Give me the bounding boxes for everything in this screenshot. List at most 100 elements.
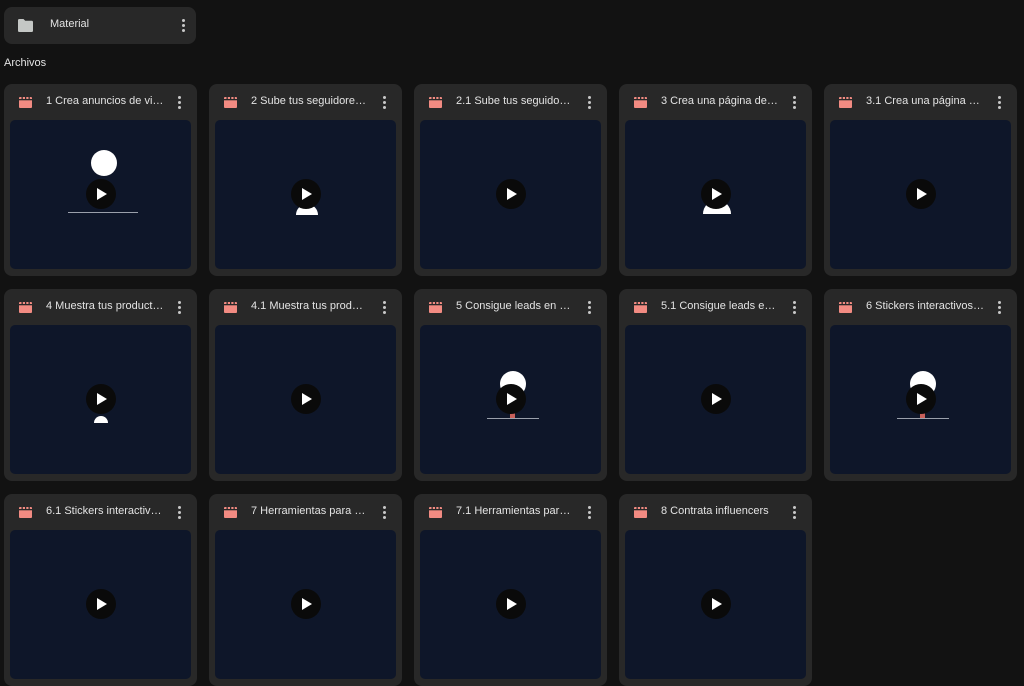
more-options-icon[interactable] — [171, 94, 187, 110]
play-icon — [917, 393, 927, 405]
play-button[interactable] — [496, 384, 526, 414]
video-thumbnail[interactable] — [215, 530, 396, 679]
video-file-icon — [634, 507, 647, 518]
video-file-icon — [839, 302, 852, 313]
video-thumbnail[interactable] — [420, 120, 601, 269]
video-file-icon — [634, 97, 647, 108]
file-card[interactable]: 2 Sube tus seguidores en Instagram — [209, 84, 402, 276]
video-thumbnail[interactable] — [10, 325, 191, 474]
file-card[interactable]: 2.1 Sube tus seguidores en Instagram — [414, 84, 607, 276]
play-button[interactable] — [906, 384, 936, 414]
file-title: 3 Crea una página de Facebook — [661, 95, 779, 107]
file-card[interactable]: 6.1 Stickers interactivos en historias — [4, 494, 197, 686]
video-file-icon — [634, 302, 647, 313]
play-button[interactable] — [291, 179, 321, 209]
more-options-icon[interactable] — [581, 94, 597, 110]
more-options-icon[interactable] — [786, 504, 802, 520]
file-card[interactable]: 3 Crea una página de Facebook — [619, 84, 812, 276]
video-file-icon — [429, 507, 442, 518]
file-card[interactable]: 7 Herramientas para crear contenido — [209, 494, 402, 686]
file-card[interactable]: 8 Contrata influencers — [619, 494, 812, 686]
more-options-icon[interactable] — [171, 504, 187, 520]
play-icon — [97, 393, 107, 405]
play-button[interactable] — [291, 589, 321, 619]
play-button[interactable] — [291, 384, 321, 414]
file-title: 6 Stickers interactivos en historias — [866, 300, 984, 312]
more-options-icon[interactable] — [581, 299, 597, 315]
file-title: 3.1 Crea una página de Facebook — [866, 95, 984, 107]
video-file-icon — [19, 507, 32, 518]
play-icon — [507, 598, 517, 610]
more-options-icon[interactable] — [991, 94, 1007, 110]
play-icon — [507, 393, 517, 405]
video-file-icon — [19, 97, 32, 108]
more-options-icon[interactable] — [376, 299, 392, 315]
file-card[interactable]: 3.1 Crea una página de Facebook — [824, 84, 1017, 276]
folder-icon — [18, 19, 33, 32]
video-thumbnail[interactable] — [215, 325, 396, 474]
play-icon — [302, 393, 312, 405]
play-button[interactable] — [701, 384, 731, 414]
file-card[interactable]: 5.1 Consigue leads en segundos — [619, 289, 812, 481]
video-thumbnail[interactable] — [625, 120, 806, 269]
play-icon — [302, 188, 312, 200]
folder-name: Material — [50, 18, 90, 30]
video-file-icon — [224, 302, 237, 313]
play-button[interactable] — [86, 384, 116, 414]
more-options-icon[interactable] — [581, 504, 597, 520]
file-card[interactable]: 5 Consigue leads en segundos — [414, 289, 607, 481]
video-thumbnail[interactable] — [420, 530, 601, 679]
video-thumbnail[interactable] — [10, 120, 191, 269]
video-thumbnail[interactable] — [215, 120, 396, 269]
play-icon — [712, 598, 722, 610]
play-icon — [97, 598, 107, 610]
thumbnail-graphic — [897, 418, 949, 419]
video-file-icon — [224, 507, 237, 518]
more-options-icon[interactable] — [376, 94, 392, 110]
file-title: 5.1 Consigue leads en segundos — [661, 300, 779, 312]
thumbnail-graphic — [94, 416, 108, 423]
section-title: Archivos — [4, 57, 47, 69]
file-title: 2 Sube tus seguidores en Instagram — [251, 95, 369, 107]
more-options-icon[interactable] — [376, 504, 392, 520]
more-options-icon[interactable] — [786, 299, 802, 315]
file-card[interactable]: 1 Crea anuncios de video para Instagram — [4, 84, 197, 276]
play-button[interactable] — [701, 589, 731, 619]
video-thumbnail[interactable] — [830, 325, 1011, 474]
video-thumbnail[interactable] — [830, 120, 1011, 269]
video-file-icon — [429, 302, 442, 313]
file-title: 4.1 Muestra tus productos en Instagram — [251, 300, 369, 312]
play-icon — [97, 188, 107, 200]
video-thumbnail[interactable] — [625, 530, 806, 679]
play-button[interactable] — [86, 179, 116, 209]
file-card[interactable]: 4.1 Muestra tus productos en Instagram — [209, 289, 402, 481]
play-button[interactable] — [906, 179, 936, 209]
play-button[interactable] — [496, 589, 526, 619]
play-button[interactable] — [701, 179, 731, 209]
file-title: 2.1 Sube tus seguidores en Instagram — [456, 95, 574, 107]
play-icon — [302, 598, 312, 610]
more-options-icon[interactable] — [991, 299, 1007, 315]
play-icon — [917, 188, 927, 200]
file-card[interactable]: 7.1 Herramientas para crear contenido — [414, 494, 607, 686]
more-options-icon[interactable] — [786, 94, 802, 110]
video-thumbnail[interactable] — [10, 530, 191, 679]
more-options-icon[interactable] — [171, 299, 187, 315]
play-icon — [507, 188, 517, 200]
file-title: 8 Contrata influencers — [661, 505, 769, 517]
folder-material[interactable]: Material — [4, 7, 196, 44]
video-thumbnail[interactable] — [625, 325, 806, 474]
more-options-icon[interactable] — [175, 17, 191, 33]
play-button[interactable] — [86, 589, 116, 619]
play-button[interactable] — [496, 179, 526, 209]
file-title: 6.1 Stickers interactivos en historias — [46, 505, 164, 517]
file-card[interactable]: 6 Stickers interactivos en historias — [824, 289, 1017, 481]
video-thumbnail[interactable] — [420, 325, 601, 474]
file-card[interactable]: 4 Muestra tus productos en Instagram — [4, 289, 197, 481]
thumbnail-graphic — [487, 418, 539, 419]
file-title: 1 Crea anuncios de video para Instagram — [46, 95, 164, 107]
file-title: 4 Muestra tus productos en Instagram — [46, 300, 164, 312]
file-title: 7.1 Herramientas para crear contenido — [456, 505, 574, 517]
video-file-icon — [224, 97, 237, 108]
video-file-icon — [19, 302, 32, 313]
